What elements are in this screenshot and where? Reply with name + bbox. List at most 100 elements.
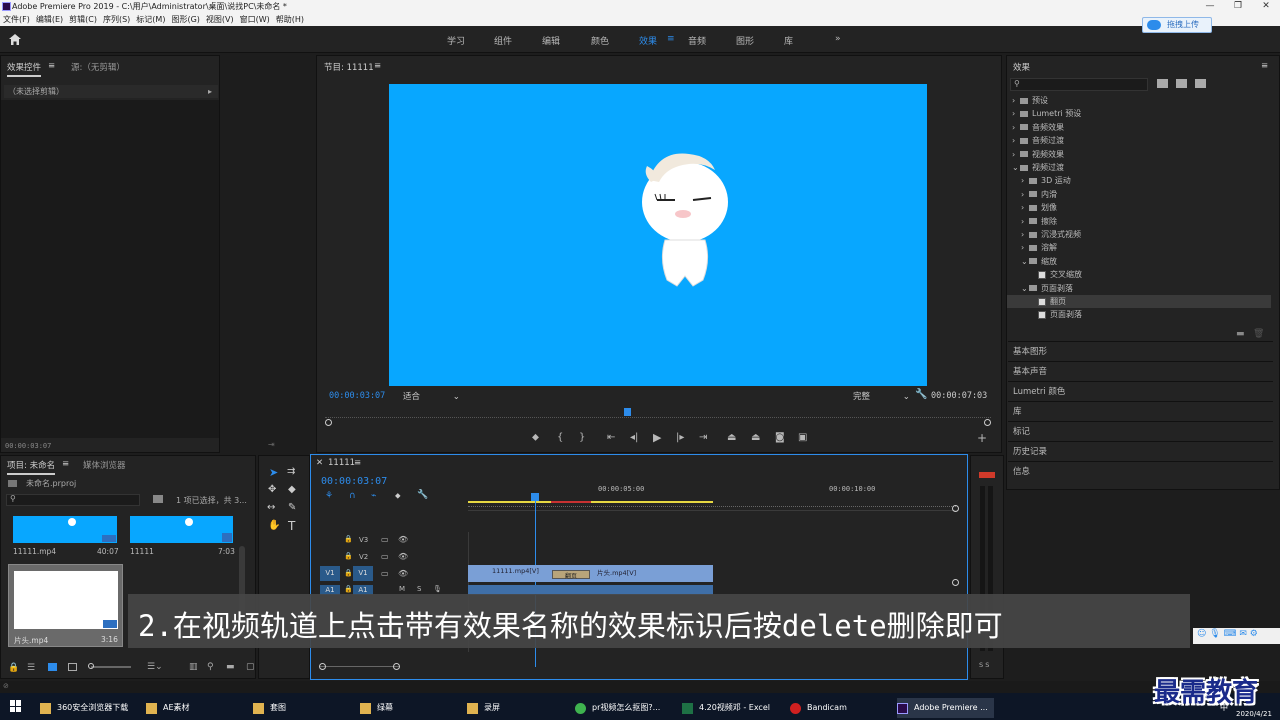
workspace-editing[interactable]: 编辑 (542, 34, 560, 47)
chevron-right-icon[interactable]: › (1012, 148, 1020, 161)
program-ruler[interactable] (325, 408, 991, 418)
source-patch-v1[interactable]: V1 (320, 566, 340, 581)
chevron-down-icon[interactable]: ⌄ (1021, 255, 1029, 268)
toggle-sync-icon[interactable]: ▭ (381, 569, 389, 578)
chevron-right-icon[interactable]: › (1012, 107, 1020, 120)
settings-wrench-icon[interactable]: 🔧 (417, 490, 428, 500)
effects-tree-item[interactable]: › 3D 运动 (1007, 174, 1271, 187)
freeform-view-icon[interactable] (68, 663, 77, 671)
add-button-icon[interactable]: + (977, 431, 987, 445)
minimize-button[interactable]: — (1196, 0, 1224, 13)
icon-view-icon[interactable] (48, 663, 57, 671)
ime-icons[interactable]: ☺ 🎙 ⌨ ✉ ⚙ (1197, 629, 1258, 639)
export-icon[interactable]: ⇥ (268, 440, 275, 449)
zoom-slider-handle[interactable] (88, 663, 94, 669)
effects-tree-item[interactable]: › 划像 (1007, 201, 1271, 214)
step-back-icon[interactable]: ◂| (630, 432, 638, 443)
taskbar-item-6[interactable]: pr视频怎么抠图?... (575, 698, 660, 718)
effects-tree-item[interactable]: › 预设 (1007, 94, 1271, 107)
taskbar-item-5[interactable]: 录屏 (467, 698, 500, 718)
lock-icon[interactable]: 🔒 (344, 585, 353, 593)
home-icon[interactable] (9, 34, 21, 45)
workspace-menu-icon[interactable]: ≡ (667, 34, 675, 44)
pen-tool-icon[interactable]: ✎ (288, 502, 296, 513)
vscroll-handle-top[interactable] (952, 505, 959, 512)
transition-flip-page[interactable]: 翻页 (552, 570, 590, 580)
section-markers[interactable]: 标记 (1008, 421, 1273, 441)
new-item-icon[interactable]: ▢ (246, 662, 255, 672)
lock-icon[interactable]: 🔒 (8, 663, 19, 673)
section-essential-graphics[interactable]: 基本图形 (1008, 341, 1273, 361)
menu-sequence[interactable]: 序列(S) (100, 13, 133, 26)
menu-view[interactable]: 视图(V) (203, 13, 237, 26)
wrench-icon[interactable]: 🔧 (915, 389, 927, 400)
new-bin-from-search-icon[interactable] (153, 495, 163, 503)
fit-dropdown[interactable]: 适合 ⌄ (403, 390, 460, 402)
chevron-right-icon[interactable]: › (1021, 241, 1029, 254)
timeline-playhead-handle[interactable] (531, 493, 539, 501)
comparison-view-icon[interactable]: ▣ (798, 432, 807, 443)
close-button[interactable]: ✕ (1252, 0, 1280, 13)
vscroll-handle-mid[interactable] (952, 579, 959, 586)
timeline-timecode[interactable]: 00:00:03:07 (321, 476, 387, 487)
section-essential-sound[interactable]: 基本声音 (1008, 361, 1273, 381)
go-to-out-icon[interactable]: ⇥ (699, 432, 707, 443)
find-icon[interactable]: ⚲ (207, 662, 214, 672)
lock-icon[interactable]: 🔒 (344, 569, 353, 577)
accelerated-effects-icon[interactable] (1157, 79, 1168, 88)
menu-edit[interactable]: 编辑(E) (33, 13, 66, 26)
section-info[interactable]: 信息 (1008, 461, 1273, 481)
selected-item[interactable]: 片头.mp4 3:16 (8, 564, 123, 647)
timeline-tab[interactable]: 11111 (328, 458, 355, 468)
timeline-close-icon[interactable]: ✕ (316, 458, 323, 468)
effects-tree-item[interactable]: › 溶解 (1007, 241, 1271, 254)
upload-button[interactable]: 拖拽上传 (1142, 17, 1212, 33)
workspace-graphics[interactable]: 图形 (736, 34, 754, 47)
more-workspaces-icon[interactable]: » (835, 34, 841, 44)
ripple-edit-tool-icon[interactable]: ✥ (268, 484, 276, 495)
workspace-assembly[interactable]: 组件 (494, 34, 512, 47)
delete-icon[interactable]: 🗑 (1253, 329, 1264, 339)
taskbar-item-7[interactable]: 4.20视频邓 - Excel (682, 698, 770, 718)
workspace-libraries[interactable]: 库 (784, 34, 793, 47)
type-tool-icon[interactable]: T (288, 519, 295, 533)
effects-tree-item[interactable]: › 擦除 (1007, 215, 1271, 228)
project-search-input[interactable]: ⚲ (6, 494, 140, 506)
chevron-down-icon[interactable]: ⌄ (1021, 282, 1029, 295)
effects-tree-item[interactable]: 页面剥落 (1007, 308, 1271, 321)
razor-tool-icon[interactable]: ◆ (288, 484, 296, 495)
effects-tree-item[interactable]: ⌄ 缩放 (1007, 255, 1271, 268)
nest-icon[interactable]: ⚘ (325, 491, 333, 501)
taskbar-item-4[interactable]: 绿幕 (360, 698, 393, 718)
timeline-zoom-handle-left[interactable] (319, 663, 326, 670)
taskbar-item-2[interactable]: AE素材 (146, 698, 190, 718)
play-icon[interactable]: ▶ (653, 431, 661, 444)
effects-tree-item[interactable]: › 视频效果 (1007, 148, 1271, 161)
project-menu-icon[interactable]: ≡ (62, 459, 69, 469)
tab-media-browser[interactable]: 媒体浏览器 (83, 459, 126, 471)
mark-in-icon[interactable]: { (557, 432, 563, 443)
new-bin-icon[interactable]: ▬ (226, 662, 235, 672)
clip-11111[interactable]: 11111.mp4[V] (468, 565, 550, 582)
timeline-zoom-handle-right[interactable] (393, 663, 400, 670)
list-view-icon[interactable]: ☰ (27, 663, 35, 673)
effects-tree-item[interactable]: › 音频效果 (1007, 121, 1271, 134)
thumbnail-1[interactable] (13, 516, 117, 543)
thumbnail-2[interactable] (130, 516, 233, 543)
tab-source[interactable]: 源:（无剪辑） (71, 61, 125, 73)
menu-clip[interactable]: 剪辑(C) (66, 13, 100, 26)
solo-buttons[interactable]: S S (979, 661, 989, 669)
workspace-effects[interactable]: 效果 (639, 34, 657, 47)
add-marker-icon[interactable]: ⬥ (532, 432, 539, 443)
zoom-handle-right[interactable] (984, 419, 991, 426)
effects-menu-icon[interactable]: ≡ (1261, 61, 1268, 71)
automate-to-sequence-icon[interactable]: ▥ (189, 662, 198, 672)
taskbar-item-1[interactable]: 360安全浏览器下载 (40, 698, 128, 718)
effects-title[interactable]: 效果 (1013, 61, 1030, 73)
slip-tool-icon[interactable]: ↔ (267, 502, 275, 513)
track-label-v1[interactable]: V1 (353, 566, 373, 581)
hand-tool-icon[interactable]: ✋ (268, 520, 280, 531)
zoom-handle-left[interactable] (325, 419, 332, 426)
32bit-effects-icon[interactable] (1176, 79, 1187, 88)
effects-tree-item[interactable]: › Lumetri 预设 (1007, 107, 1271, 120)
